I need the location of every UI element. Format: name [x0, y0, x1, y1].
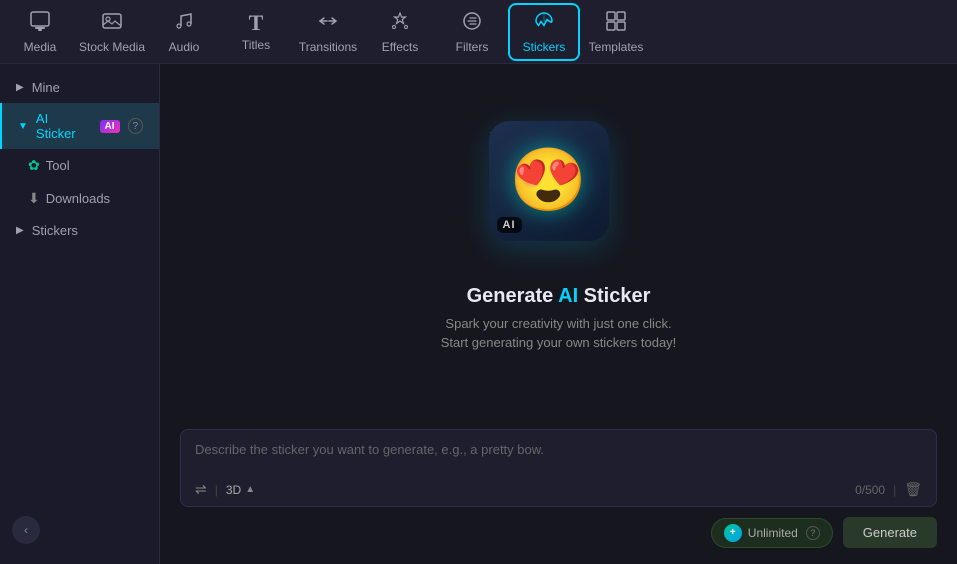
subtitle-line2: Start generating your own stickers today…	[441, 335, 677, 350]
nav-audio[interactable]: Audio	[148, 3, 220, 61]
effects-icon	[389, 10, 411, 36]
templates-icon	[605, 10, 627, 36]
generate-button[interactable]: Generate	[843, 517, 937, 548]
shuffle-icon[interactable]: ⇌	[195, 481, 207, 498]
nav-effects[interactable]: Effects	[364, 3, 436, 61]
generate-title: Generate AI Sticker	[441, 285, 677, 308]
stickers-arrow-icon: ▶	[16, 225, 24, 236]
media-icon	[29, 10, 51, 36]
nav-stickers[interactable]: Stickers	[508, 3, 580, 61]
input-area: ⇌ | 3D ▲ 0/500 | 🗑 +	[160, 417, 957, 564]
stickers-icon	[533, 10, 555, 36]
emoji-icon: 😍	[510, 144, 587, 217]
sidebar-bottom: ‹	[0, 504, 159, 556]
input-footer: ⇌ | 3D ▲ 0/500 | 🗑	[195, 481, 922, 498]
sticker-card: 😍 AI	[489, 121, 609, 241]
collapse-sidebar-button[interactable]: ‹	[12, 516, 40, 544]
sidebar-item-downloads[interactable]: ⬇ Downloads	[0, 182, 159, 215]
ai-badge: AI	[100, 120, 120, 133]
main-layout: ▶ Mine ▼ AI Sticker AI ? ✿ Tool ⬇ Downlo…	[0, 64, 957, 564]
style-selector[interactable]: 3D ▲	[226, 483, 255, 497]
sidebar-tool-label: Tool	[46, 158, 70, 173]
nav-titles-label: Titles	[242, 38, 270, 52]
downloads-icon: ⬇	[28, 190, 40, 207]
sidebar-ai-sticker-label: AI Sticker	[36, 111, 90, 141]
subtitle: Spark your creativity with just one clic…	[441, 314, 677, 353]
sidebar-item-tool[interactable]: ✿ Tool	[0, 149, 159, 182]
nav-audio-label: Audio	[169, 40, 200, 54]
nav-transitions[interactable]: Transitions	[292, 3, 364, 61]
nav-templates-label: Templates	[589, 40, 644, 54]
stock-media-icon	[101, 10, 123, 36]
mine-arrow-icon: ▶	[16, 82, 24, 93]
nav-effects-label: Effects	[382, 40, 418, 54]
sidebar-stickers-label: Stickers	[32, 223, 78, 238]
collapse-icon: ‹	[24, 523, 28, 537]
action-row: + Unlimited ? Generate	[180, 517, 937, 548]
delete-icon[interactable]: 🗑	[904, 481, 922, 498]
sticker-description-input[interactable]	[195, 442, 922, 470]
ai-card-label: AI	[497, 217, 522, 233]
nav-titles[interactable]: T Titles	[220, 3, 292, 61]
unlimited-label: Unlimited	[748, 526, 798, 540]
ai-highlight: AI	[558, 285, 578, 307]
titles-icon: T	[249, 12, 264, 34]
nav-filters-label: Filters	[456, 40, 489, 54]
content-area: ✦ 😍 AI Generate AI Sticker Spark your cr…	[160, 64, 957, 564]
nav-templates[interactable]: Templates	[580, 3, 652, 61]
char-count-value: 0/500	[855, 483, 885, 497]
nav-filters[interactable]: Filters	[436, 3, 508, 61]
top-navigation: Media Stock Media Audio T Titles	[0, 0, 957, 64]
sidebar-mine-label: Mine	[32, 80, 60, 95]
unlimited-badge: + Unlimited ?	[711, 518, 833, 548]
tool-icon: ✿	[28, 157, 40, 174]
ai-sticker-arrow-icon: ▼	[18, 121, 28, 132]
style-up-icon: ▲	[245, 484, 255, 495]
nav-transitions-label: Transitions	[299, 40, 357, 54]
nav-media-label: Media	[24, 40, 57, 54]
style-label: 3D	[226, 483, 241, 497]
transitions-icon	[317, 10, 339, 36]
nav-stickers-label: Stickers	[523, 40, 566, 54]
filters-icon	[461, 10, 483, 36]
sidebar-item-mine[interactable]: ▶ Mine	[0, 72, 159, 103]
nav-stock-media[interactable]: Stock Media	[76, 3, 148, 61]
content-main: ✦ 😍 AI Generate AI Sticker Spark your cr…	[421, 64, 697, 417]
char-count: 0/500 | 🗑	[855, 481, 922, 498]
audio-icon	[173, 10, 195, 36]
ai-sticker-help-icon[interactable]: ?	[128, 118, 143, 134]
unlimited-help-icon[interactable]: ?	[806, 526, 820, 540]
unlimited-icon: +	[724, 524, 742, 542]
nav-media[interactable]: Media	[4, 3, 76, 61]
char-divider: |	[893, 483, 896, 497]
divider: |	[215, 483, 218, 497]
nav-stock-media-label: Stock Media	[79, 40, 145, 54]
sticker-visual: ✦ 😍 AI	[489, 121, 629, 261]
subtitle-line1: Spark your creativity with just one clic…	[445, 316, 671, 331]
sidebar-item-stickers[interactable]: ▶ Stickers	[0, 215, 159, 246]
sidebar-downloads-label: Downloads	[46, 191, 110, 206]
input-controls: ⇌ | 3D ▲	[195, 481, 255, 498]
sidebar-item-ai-sticker[interactable]: ▼ AI Sticker AI ?	[0, 103, 159, 149]
input-box: ⇌ | 3D ▲ 0/500 | 🗑	[180, 429, 937, 507]
title-section: Generate AI Sticker Spark your creativit…	[441, 285, 677, 353]
sidebar: ▶ Mine ▼ AI Sticker AI ? ✿ Tool ⬇ Downlo…	[0, 64, 160, 564]
